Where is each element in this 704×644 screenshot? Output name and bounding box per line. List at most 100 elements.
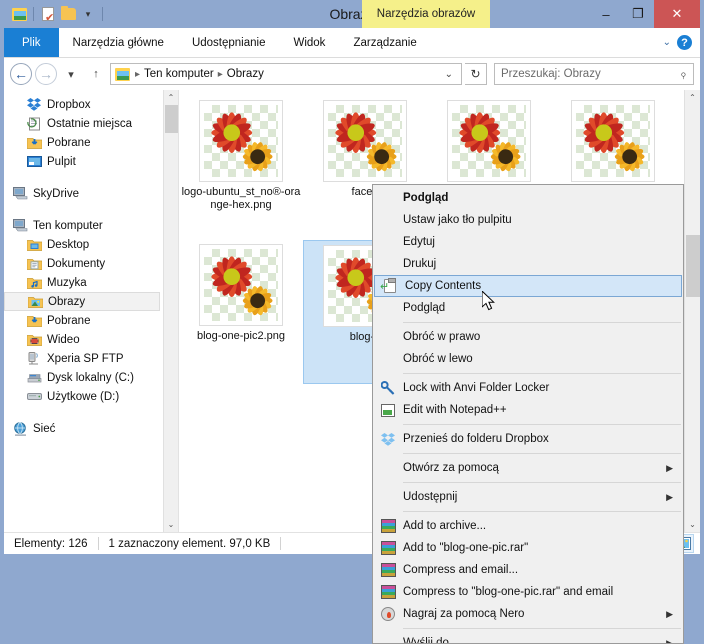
sidebar-item-muzyka[interactable]: Muzyka (4, 273, 160, 292)
chevron-down-icon[interactable]: ⌄ (663, 37, 671, 48)
context-menu-item[interactable]: Add to archive... (373, 515, 683, 537)
new-folder-icon[interactable] (59, 5, 77, 23)
breadcrumb-separator-2: ▸ (218, 69, 223, 80)
menu-icon-empty (373, 326, 403, 348)
sidebar-item-obrazy[interactable]: Obrazy (4, 292, 160, 311)
video-icon (26, 332, 42, 348)
address-bar: ← → ▾ ↑ ▸ Ten komputer ▸ Obrazy ⌄ ↻ Prze… (4, 58, 700, 90)
file-item[interactable]: blog-one-pic2.png (179, 240, 303, 384)
file-item[interactable]: logo-ubuntu_st_no®-orange-hex.png (179, 96, 303, 240)
maximize-button[interactable]: ❐ (622, 0, 654, 28)
item-count-label: Elementy: 126 (14, 538, 88, 550)
sidebar-item-dropbox[interactable]: Dropbox (4, 95, 160, 114)
context-menu-item[interactable]: Obróć w prawo (373, 326, 683, 348)
tab-file[interactable]: Plik (4, 28, 59, 57)
close-button[interactable]: ✕ (654, 0, 700, 28)
up-button[interactable]: ↑ (85, 63, 107, 85)
context-menu-item[interactable]: Add to "blog-one-pic.rar" (373, 537, 683, 559)
file-name-label: logo-ubuntu_st_no®-orange-hex.png (181, 186, 301, 212)
forward-button[interactable]: → (35, 63, 57, 85)
navigation-pane: DropboxOstatnie miejscaPobranePulpitSkyD… (4, 90, 179, 532)
sidebar-item-skydrive[interactable]: SkyDrive (4, 184, 160, 203)
content-scroll-thumb[interactable] (686, 235, 700, 297)
sidebar-scroll-thumb[interactable] (165, 105, 178, 133)
sidebar-item-dysk-lokalny-c[interactable]: Dysk lokalny (C:) (4, 368, 160, 387)
sidebar-item-sie[interactable]: Sieć (4, 419, 160, 438)
menu-icon-empty (373, 297, 403, 319)
address-dropdown-icon[interactable]: ⌄ (445, 69, 459, 80)
menu-icon-empty (373, 486, 403, 508)
context-menu-item[interactable]: Nagraj za pomocą Nero▶ (373, 603, 683, 625)
sidebar-item-pulpit[interactable]: Pulpit (4, 152, 160, 171)
context-menu-item[interactable]: Obróć w lewo (373, 348, 683, 370)
context-menu-item-label: Add to archive... (403, 520, 683, 532)
sidebar-item-xperia-sp-ftp[interactable]: Xperia SP FTP (4, 349, 160, 368)
file-name-label: blog-one-pic2.png (181, 330, 301, 343)
transparency-checker (328, 105, 402, 177)
sidebar-scrollbar[interactable]: ⌃ ⌄ (163, 90, 178, 532)
phone-icon (26, 351, 42, 367)
content-scrollbar[interactable]: ⌃ ⌄ (684, 90, 700, 532)
properties-icon[interactable]: ✔ (39, 5, 57, 23)
scroll-up-icon[interactable]: ⌃ (164, 90, 178, 105)
pictures-folder-icon (115, 66, 131, 82)
breadcrumb-this-pc[interactable]: Ten komputer (144, 68, 214, 80)
search-box[interactable]: Przeszukaj: Obrazy ⌕ (494, 63, 694, 85)
context-menu-item[interactable]: Drukuj (373, 253, 683, 275)
context-menu-item[interactable]: Podgląd (373, 297, 683, 319)
hard-drive-icon (26, 370, 42, 386)
context-menu-item[interactable]: Compress and email... (373, 559, 683, 581)
sidebar-item-pobrane[interactable]: Pobrane (4, 133, 160, 152)
content-scroll-down-icon[interactable]: ⌄ (685, 517, 700, 532)
context-menu-item[interactable]: Przenieś do folderu Dropbox (373, 428, 683, 450)
tab-view[interactable]: Widok (279, 28, 339, 57)
tab-home[interactable]: Narzędzia główne (59, 28, 178, 57)
context-menu-item[interactable]: Edit with Notepad++ (373, 399, 683, 421)
dropbox-icon (373, 428, 403, 450)
pictures-folder-icon[interactable] (10, 5, 28, 23)
context-menu-item[interactable]: Wyślij do▶ (373, 632, 683, 644)
help-icon[interactable]: ? (677, 35, 692, 50)
back-button[interactable]: ← (10, 63, 32, 85)
status-divider (98, 537, 99, 550)
tab-share[interactable]: Udostępnianie (178, 28, 280, 57)
sidebar-item-ostatnie-miejsca[interactable]: Ostatnie miejsca (4, 114, 160, 133)
submenu-arrow-icon: ▶ (666, 492, 683, 503)
sidebar-item-label: Xperia SP FTP (47, 353, 124, 365)
navigation-list: DropboxOstatnie miejscaPobranePulpitSkyD… (4, 95, 178, 438)
documents-icon (26, 256, 42, 272)
sidebar-item-ten-komputer[interactable]: Ten komputer (4, 216, 160, 235)
navigation-group-gap (4, 406, 178, 419)
key-icon (373, 377, 403, 399)
minimize-button[interactable]: – (590, 0, 622, 28)
window-controls: – ❐ ✕ (590, 0, 700, 28)
sidebar-item-pobrane[interactable]: Pobrane (4, 311, 160, 330)
content-scroll-up-icon[interactable]: ⌃ (685, 90, 700, 105)
menu-icon-empty (373, 231, 403, 253)
context-menu-item[interactable]: Compress to "blog-one-pic.rar" and email (373, 581, 683, 603)
clipboard-icon: ↵ (375, 276, 405, 296)
context-menu-item[interactable]: Edytuj (373, 231, 683, 253)
refresh-button[interactable]: ↻ (465, 63, 487, 85)
recent-locations-button[interactable]: ▾ (60, 63, 82, 85)
context-menu-item[interactable]: Podgląd (373, 187, 683, 209)
context-menu-item-label: Copy Contents (405, 280, 681, 292)
sidebar-item-wideo[interactable]: Wideo (4, 330, 160, 349)
address-field[interactable]: ▸ Ten komputer ▸ Obrazy ⌄ (110, 63, 462, 85)
sidebar-item-u-ytkowe-d[interactable]: Użytkowe (D:) (4, 387, 160, 406)
context-menu-item[interactable]: Lock with Anvi Folder Locker (373, 377, 683, 399)
tab-manage[interactable]: Zarządzanie (339, 28, 430, 57)
customize-dropdown-icon[interactable]: ▾ (79, 5, 97, 23)
context-menu-item[interactable]: Otwórz za pomocą▶ (373, 457, 683, 479)
context-menu-item[interactable]: ↵Copy Contents (374, 275, 682, 297)
sidebar-item-dokumenty[interactable]: Dokumenty (4, 254, 160, 273)
scroll-down-icon[interactable]: ⌄ (164, 517, 178, 532)
context-menu-item[interactable]: Ustaw jako tło pulpitu (373, 209, 683, 231)
breadcrumb-pictures[interactable]: Obrazy (227, 68, 264, 80)
context-menu-item[interactable]: Udostępnij▶ (373, 486, 683, 508)
context-menu-item-label: Otwórz za pomocą (403, 462, 666, 474)
search-input[interactable]: Przeszukaj: Obrazy (501, 68, 680, 80)
file-thumbnail (447, 100, 531, 182)
sidebar-item-desktop[interactable]: Desktop (4, 235, 160, 254)
menu-icon-empty (373, 209, 403, 231)
